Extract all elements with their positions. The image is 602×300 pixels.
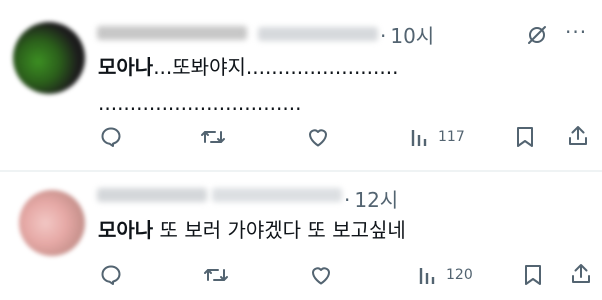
views-icon [411,130,427,146]
blurred-handle [212,188,342,202]
blurred-handle [258,27,378,41]
views-button[interactable]: 120 [418,263,473,287]
avatar[interactable] [19,190,85,256]
retweet-button[interactable] [203,263,229,287]
share-button[interactable] [566,124,590,148]
reply-button[interactable] [99,125,123,149]
bookmark-icon [517,127,533,147]
share-icon [569,126,587,145]
tweet-text-bold: 모아나 [98,218,154,242]
bookmark-button[interactable] [523,263,543,287]
like-button[interactable] [309,263,333,287]
avatar[interactable] [13,22,85,94]
views-button[interactable]: 117 [410,125,465,149]
tweet-1[interactable]: · 10시 ··· 모아나...또봐야지.....................… [0,0,602,170]
retweet-icon [204,269,228,281]
views-count: 117 [438,129,465,145]
like-icon [312,267,330,285]
tweet-text-line2: ................................ [98,91,302,115]
tweet-text: 모아나...또봐야지........................ [98,49,398,85]
timestamp[interactable]: · 10시 [380,20,434,49]
reply-icon [101,265,121,285]
tweet-2[interactable]: · 12시 모아나 또 보러 가야겠다 또 보고싶네 120 [0,172,602,300]
reply-button[interactable] [99,263,123,287]
bookmark-button[interactable] [515,125,535,149]
like-icon [309,129,327,147]
like-button[interactable] [306,125,330,149]
tweet-text-rest: 또 보러 가야겠다 또 보고싶네 [153,218,406,242]
reply-icon [101,127,121,147]
views-count: 120 [446,267,473,283]
retweet-button[interactable] [200,125,226,149]
tweet-text-bold: 모아나 [98,55,154,79]
share-icon [572,264,590,283]
retweet-icon [201,131,225,143]
tweet-text-rest: ...또봐야지........................ [153,55,399,79]
more-options-icon[interactable]: ··· [565,20,587,44]
tweet-text: 모아나 또 보러 가야겠다 또 보고싶네 [98,212,406,248]
blurred-display-name [97,188,207,202]
blurred-display-name [97,26,247,40]
views-icon [419,268,435,284]
grok-icon[interactable] [526,24,548,46]
share-button[interactable] [569,262,593,286]
timestamp[interactable]: · 12시 [344,184,398,213]
bookmark-icon [525,265,541,285]
